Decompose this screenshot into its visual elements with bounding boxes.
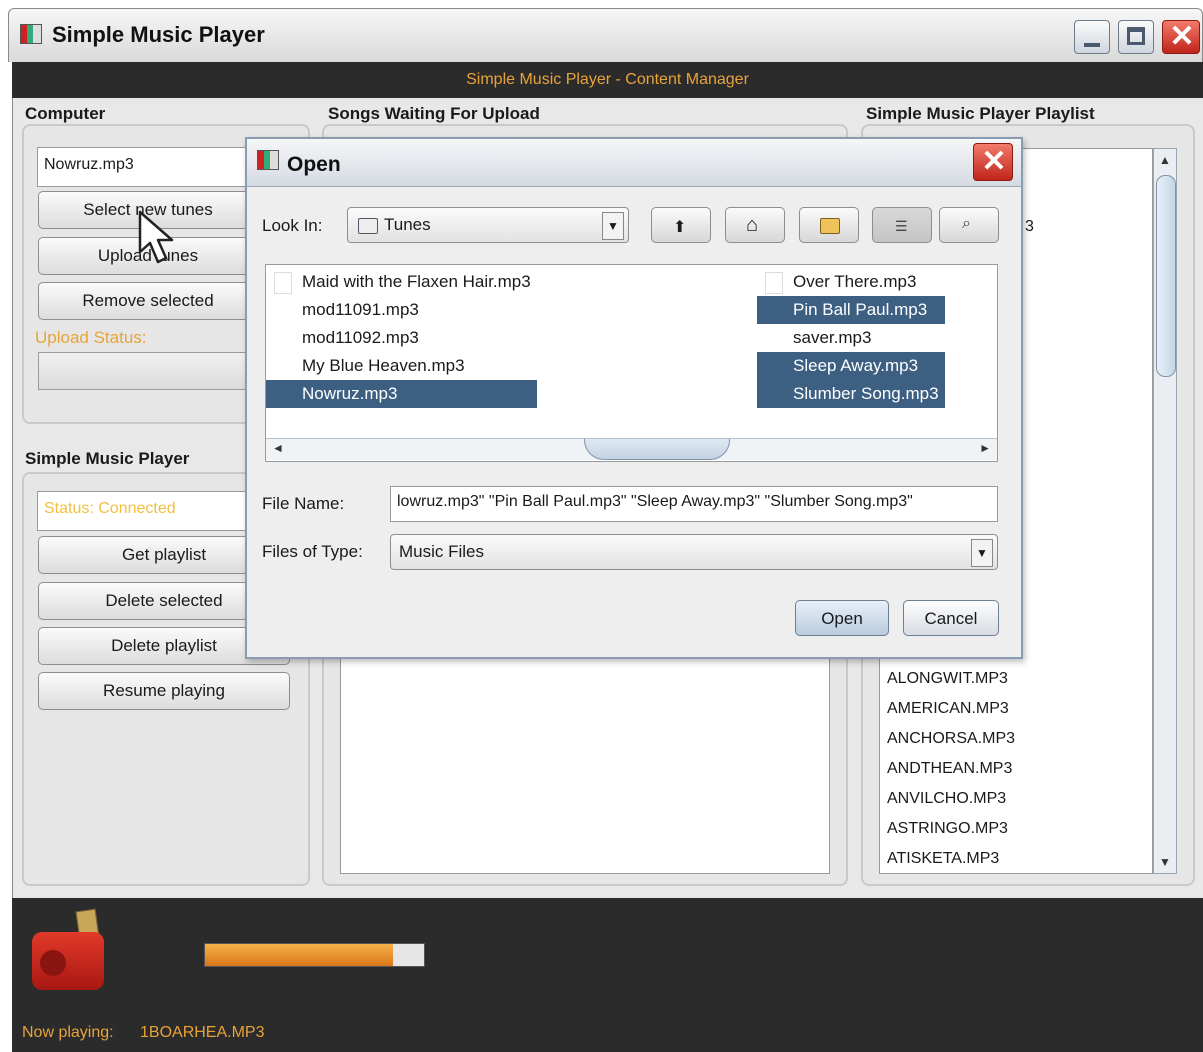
file-item[interactable]: Slumber Song.mp3 xyxy=(757,272,945,408)
playlist-item[interactable]: ASTRINGO.MP3 xyxy=(887,814,1015,844)
home-icon: ⌂ xyxy=(746,214,759,236)
playlist-items: ALONGWIT.MP3 AMERICAN.MP3 ANCHORSA.MP3 A… xyxy=(887,664,1015,874)
computer-section-title: Computer xyxy=(25,104,106,123)
selected-file-field[interactable]: Nowruz.mp3 xyxy=(37,147,257,187)
window-title: Simple Music Player xyxy=(52,22,265,47)
files-of-type-label: Files of Type: xyxy=(262,542,363,561)
file-name-label: File Name: xyxy=(262,494,345,513)
look-in-value: Tunes xyxy=(384,215,431,234)
player-bar xyxy=(12,898,1203,1013)
chevron-down-icon[interactable]: ▼ xyxy=(602,212,624,240)
list-view-button[interactable]: ☰ xyxy=(872,207,932,243)
dialog-titlebar xyxy=(245,137,1023,187)
player-section-title: Simple Music Player xyxy=(25,449,190,468)
scroll-down-icon[interactable]: ▼ xyxy=(1156,855,1174,869)
playlist-scrollbar[interactable]: ▲ ▼ xyxy=(1153,148,1177,874)
scroll-left-icon[interactable]: ◄ xyxy=(272,441,284,455)
files-of-type-value: Music Files xyxy=(399,542,485,561)
file-name-input[interactable]: lowruz.mp3" "Pin Ball Paul.mp3" "Sleep A… xyxy=(390,486,998,522)
files-of-type-combo[interactable]: Music Files ▼ xyxy=(390,534,998,570)
file-item[interactable]: Nowruz.mp3 xyxy=(266,272,537,408)
upload-status-label: Upload Status: xyxy=(35,328,147,347)
maximize-icon xyxy=(1127,27,1145,45)
details-view-icon: ⌕ xyxy=(962,215,971,232)
folder-icon xyxy=(358,218,378,234)
dialog-title: Open xyxy=(287,153,341,176)
file-item[interactable]: Pin Ball Paul.mp3 xyxy=(757,272,945,324)
playlist-item[interactable]: ANDTHEAN.MP3 xyxy=(887,754,1015,784)
playlist-item[interactable]: ATISKETA.MP3 xyxy=(887,844,1015,874)
minimize-button[interactable] xyxy=(1074,20,1110,54)
file-icon xyxy=(274,272,292,294)
connection-status-field: Status: Connected xyxy=(37,491,257,531)
file-column-2: Over There.mp3 Pin Ball Paul.mp3 saver.m… xyxy=(757,268,945,408)
playback-progress-fill xyxy=(205,944,394,966)
playlist-item[interactable]: ANCHORSA.MP3 xyxy=(887,724,1015,754)
playlist-partial-text: 3 xyxy=(1025,218,1034,235)
now-playing-label: Now playing: xyxy=(22,1024,114,1041)
file-item[interactable]: saver.mp3 xyxy=(757,272,945,352)
dialog-app-icon xyxy=(257,150,279,170)
remove-selected-button[interactable]: Remove selected xyxy=(38,282,258,320)
now-playing-track: 1BOARHEA.MP3 xyxy=(140,1024,265,1041)
upload-progress-bar xyxy=(38,352,258,390)
radio-icon xyxy=(28,908,110,996)
hscroll-thumb[interactable] xyxy=(584,439,730,460)
list-view-icon: ☰ xyxy=(895,218,908,234)
cancel-button[interactable]: Cancel xyxy=(903,600,999,636)
maximize-button[interactable] xyxy=(1118,20,1154,54)
look-in-combo[interactable]: Tunes ▼ xyxy=(347,207,629,243)
scroll-thumb[interactable] xyxy=(1156,175,1176,377)
playlist-item[interactable]: ALONGWIT.MP3 xyxy=(887,664,1015,694)
playlist-section-title: Simple Music Player Playlist xyxy=(866,104,1095,123)
playlist-item[interactable]: AMERICAN.MP3 xyxy=(887,694,1015,724)
resume-playing-button[interactable]: Resume playing xyxy=(38,672,290,710)
file-item[interactable]: Over There.mp3 xyxy=(757,268,945,296)
close-icon: ✕ xyxy=(981,145,1007,178)
file-item[interactable]: mod11092.mp3 xyxy=(266,272,537,352)
scroll-right-icon[interactable]: ► xyxy=(979,441,991,455)
file-item[interactable]: My Blue Heaven.mp3 xyxy=(266,272,537,380)
header-title: Simple Music Player - Content Manager xyxy=(466,71,749,88)
file-item[interactable]: Maid with the Flaxen Hair.mp3 xyxy=(266,268,537,296)
app-icon xyxy=(20,24,42,44)
new-folder-button[interactable] xyxy=(799,207,859,243)
look-in-label: Look In: xyxy=(262,216,323,235)
file-icon xyxy=(765,272,783,294)
file-list-hscrollbar[interactable]: ◄ ► xyxy=(266,438,997,460)
up-folder-button[interactable]: ⬆ xyxy=(651,207,711,243)
waiting-section-title: Songs Waiting For Upload xyxy=(328,104,540,123)
new-folder-icon xyxy=(820,218,840,234)
mouse-cursor-icon xyxy=(138,210,174,264)
playback-progress[interactable] xyxy=(204,943,425,967)
playlist-item[interactable]: ANVILCHO.MP3 xyxy=(887,784,1015,814)
close-button[interactable]: ✕ xyxy=(1162,20,1200,54)
minimize-icon xyxy=(1084,43,1100,47)
file-item[interactable]: mod11091.mp3 xyxy=(266,272,537,324)
dialog-close-button[interactable]: ✕ xyxy=(973,143,1013,181)
details-view-button[interactable]: ⌕ xyxy=(939,207,999,243)
home-button[interactable]: ⌂ xyxy=(725,207,785,243)
file-item[interactable]: Sleep Away.mp3 xyxy=(757,272,945,380)
scroll-up-icon[interactable]: ▲ xyxy=(1156,153,1174,167)
close-icon: ✕ xyxy=(1169,20,1195,53)
open-button[interactable]: Open xyxy=(795,600,889,636)
up-folder-icon: ⬆ xyxy=(673,219,687,236)
chevron-down-icon[interactable]: ▼ xyxy=(971,539,993,567)
file-column-1: Maid with the Flaxen Hair.mp3 mod11091.m… xyxy=(266,268,537,408)
